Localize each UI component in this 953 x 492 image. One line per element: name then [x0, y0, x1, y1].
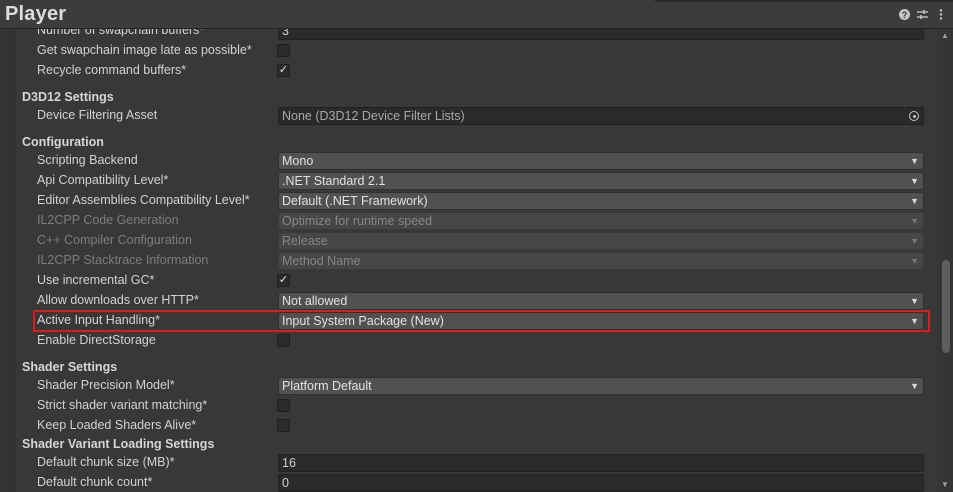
scrollbar-thumb[interactable]: [942, 260, 950, 353]
row-chunk-size: Default chunk size (MB)* 16: [15, 453, 937, 473]
scripting-backend-label: Scripting Backend: [37, 153, 138, 167]
row-cpp-compiler: C++ Compiler Configuration Release ▼: [15, 231, 937, 251]
shader-variant-loading-header: Shader Variant Loading Settings: [22, 437, 215, 451]
row-active-input-handling: Active Input Handling* Input System Pack…: [15, 311, 937, 331]
row-editor-assemblies: Editor Assemblies Compatibility Level* D…: [15, 191, 937, 211]
editor-assemblies-dropdown[interactable]: Default (.NET Framework) ▼: [278, 192, 924, 210]
shader-precision-label: Shader Precision Model*: [37, 378, 175, 392]
header-strip: [655, 0, 953, 2]
allow-http-label: Allow downloads over HTTP*: [37, 293, 199, 307]
chevron-down-icon: ▼: [910, 196, 919, 206]
chevron-down-icon: ▼: [910, 156, 919, 166]
vertical-scrollbar[interactable]: ▲ ▼: [937, 29, 953, 492]
device-filtering-label: Device Filtering Asset: [37, 108, 158, 122]
swapchain-buffers-label: Number of swapchain buffers*: [37, 29, 205, 37]
swapchain-late-label: Get swapchain image late as possible*: [37, 43, 252, 57]
chunk-size-input[interactable]: 16: [278, 454, 924, 472]
api-compat-dropdown[interactable]: .NET Standard 2.1 ▼: [278, 172, 924, 190]
sliders-icon[interactable]: [916, 8, 929, 21]
window-title: Player: [5, 3, 67, 25]
chevron-down-icon: ▼: [910, 236, 919, 246]
chevron-down-icon: ▼: [910, 216, 919, 226]
swapchain-late-checkbox[interactable]: [277, 44, 290, 57]
recycle-buffers-label: Recycle command buffers*: [37, 63, 187, 77]
device-filtering-value: None (D3D12 Device Filter Lists): [282, 109, 465, 123]
row-api-compat: Api Compatibility Level* .NET Standard 2…: [15, 171, 937, 191]
api-compat-value: .NET Standard 2.1: [282, 174, 386, 188]
active-input-handling-label: Active Input Handling*: [37, 313, 160, 327]
cpp-compiler-label: C++ Compiler Configuration: [37, 233, 192, 247]
object-picker-icon[interactable]: [909, 111, 919, 121]
swapchain-buffers-input[interactable]: 3: [278, 29, 924, 40]
direct-storage-label: Enable DirectStorage: [37, 333, 156, 347]
direct-storage-checkbox[interactable]: [277, 334, 290, 347]
row-swapchain-late: Get swapchain image late as possible*: [15, 41, 937, 61]
player-settings-panel: Number of swapchain buffers* 3 Get swapc…: [15, 29, 937, 492]
scroll-down-icon[interactable]: ▼: [937, 480, 953, 490]
keep-shaders-label: Keep Loaded Shaders Alive*: [37, 418, 197, 432]
chevron-down-icon: ▼: [910, 256, 919, 266]
chevron-down-icon: ▼: [910, 381, 919, 391]
scripting-backend-value: Mono: [282, 154, 314, 168]
il2cpp-codegen-label: IL2CPP Code Generation: [37, 213, 179, 227]
left-gutter: [0, 29, 15, 492]
d3d12-settings-header: D3D12 Settings: [22, 90, 114, 104]
row-direct-storage: Enable DirectStorage: [15, 331, 937, 351]
il2cpp-codegen-value: Optimize for runtime speed: [282, 214, 433, 228]
scroll-up-icon[interactable]: ▲: [937, 31, 953, 41]
header-icons: ?: [898, 8, 947, 21]
row-device-filtering: Device Filtering Asset None (D3D12 Devic…: [15, 106, 937, 126]
row-chunk-count: Default chunk count* 0: [15, 473, 937, 492]
row-keep-shaders: Keep Loaded Shaders Alive*: [15, 416, 937, 436]
chevron-down-icon: ▼: [910, 176, 919, 186]
recycle-buffers-checkbox[interactable]: ✓: [277, 64, 290, 77]
row-il2cpp-stacktrace: IL2CPP Stacktrace Information Method Nam…: [15, 251, 937, 271]
shader-precision-dropdown[interactable]: Platform Default ▼: [278, 377, 924, 395]
configuration-header: Configuration: [22, 135, 104, 149]
kebab-menu-icon[interactable]: [934, 8, 947, 21]
api-compat-label: Api Compatibility Level*: [37, 173, 169, 187]
row-allow-http: Allow downloads over HTTP* Not allowed ▼: [15, 291, 937, 311]
scripting-backend-dropdown[interactable]: Mono ▼: [278, 152, 924, 170]
incremental-gc-label: Use incremental GC*: [37, 273, 155, 287]
incremental-gc-checkbox[interactable]: ✓: [277, 274, 290, 287]
help-icon[interactable]: ?: [898, 8, 911, 21]
chunk-count-input[interactable]: 0: [278, 474, 924, 492]
cpp-compiler-value: Release: [282, 234, 328, 248]
row-scripting-backend: Scripting Backend Mono ▼: [15, 151, 937, 171]
row-incremental-gc: Use incremental GC* ✓: [15, 271, 937, 291]
strict-variant-checkbox[interactable]: [277, 399, 290, 412]
allow-http-dropdown[interactable]: Not allowed ▼: [278, 292, 924, 310]
row-strict-variant: Strict shader variant matching*: [15, 396, 937, 416]
editor-assemblies-label: Editor Assemblies Compatibility Level*: [37, 193, 250, 207]
editor-assemblies-value: Default (.NET Framework): [282, 194, 428, 208]
cpp-compiler-dropdown: Release ▼: [278, 232, 924, 250]
shader-precision-value: Platform Default: [282, 379, 372, 393]
window-header: Player ?: [0, 0, 953, 29]
device-filtering-object-field[interactable]: None (D3D12 Device Filter Lists): [278, 107, 924, 125]
row-shader-precision: Shader Precision Model* Platform Default…: [15, 376, 937, 396]
il2cpp-stacktrace-label: IL2CPP Stacktrace Information: [37, 253, 209, 267]
il2cpp-stacktrace-value: Method Name: [282, 254, 361, 268]
chunk-size-label: Default chunk size (MB)*: [37, 455, 175, 469]
keep-shaders-checkbox[interactable]: [277, 419, 290, 432]
il2cpp-codegen-dropdown: Optimize for runtime speed ▼: [278, 212, 924, 230]
strict-variant-label: Strict shader variant matching*: [37, 398, 208, 412]
chevron-down-icon: ▼: [910, 316, 919, 326]
il2cpp-stacktrace-dropdown: Method Name ▼: [278, 252, 924, 270]
shader-settings-header: Shader Settings: [22, 360, 118, 374]
chevron-down-icon: ▼: [910, 296, 919, 306]
active-input-handling-dropdown[interactable]: Input System Package (New) ▼: [278, 312, 924, 330]
allow-http-value: Not allowed: [282, 294, 348, 308]
row-il2cpp-codegen: IL2CPP Code Generation Optimize for runt…: [15, 211, 937, 231]
row-recycle-buffers: Recycle command buffers* ✓: [15, 61, 937, 81]
row-swapchain-buffers: Number of swapchain buffers* 3: [15, 29, 937, 41]
active-input-handling-value: Input System Package (New): [282, 314, 444, 328]
chunk-count-label: Default chunk count*: [37, 475, 153, 489]
